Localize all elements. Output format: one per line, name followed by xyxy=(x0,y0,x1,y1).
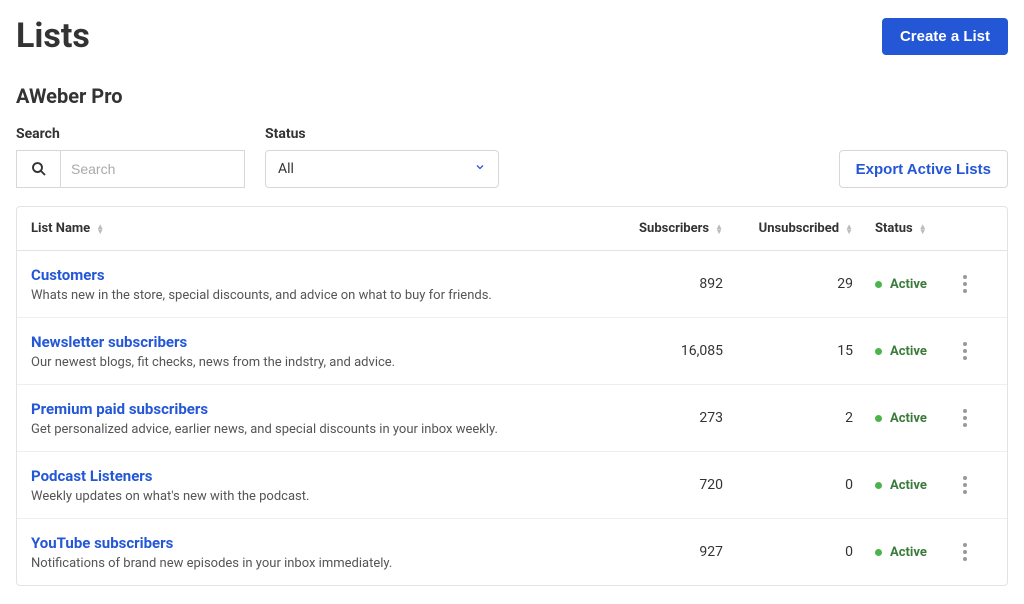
status-dot-icon xyxy=(875,549,882,556)
cell-subscribers: 273 xyxy=(603,410,723,426)
status-label: Status xyxy=(265,126,499,142)
cell-unsubscribed: 2 xyxy=(723,410,853,426)
cell-name: Podcast Listeners Weekly updates on what… xyxy=(31,466,603,504)
search-icon[interactable] xyxy=(16,150,60,188)
status-badge: Active xyxy=(875,344,927,359)
filter-bar: Search Status All Export Active Lists xyxy=(16,126,1008,188)
cell-actions xyxy=(953,473,993,497)
table-row: Podcast Listeners Weekly updates on what… xyxy=(17,452,1007,519)
table-row: Customers Whats new in the store, specia… xyxy=(17,251,1007,318)
column-header-name[interactable]: List Name ▲▼ xyxy=(31,221,603,236)
cell-status: Active xyxy=(853,545,953,560)
search-group: Search xyxy=(16,126,245,188)
export-active-lists-button[interactable]: Export Active Lists xyxy=(839,150,1008,188)
list-name-link[interactable]: YouTube subscribers xyxy=(31,534,173,552)
status-badge: Active xyxy=(875,411,927,426)
cell-status: Active xyxy=(853,478,953,493)
list-description: Get personalized advice, earlier news, a… xyxy=(31,422,498,437)
column-header-subscribers[interactable]: Subscribers ▲▼ xyxy=(603,221,723,236)
cell-actions xyxy=(953,272,993,296)
status-dot-icon xyxy=(875,415,882,422)
chevron-down-icon xyxy=(474,161,486,177)
page-header: Lists Create a List xyxy=(16,16,1008,56)
list-description: Whats new in the store, special discount… xyxy=(31,288,492,303)
list-name-link[interactable]: Customers xyxy=(31,266,105,284)
status-dot-icon xyxy=(875,348,882,355)
column-header-unsubscribed[interactable]: Unsubscribed ▲▼ xyxy=(723,221,853,236)
section-title: AWeber Pro xyxy=(16,84,1008,108)
sort-icon: ▲▼ xyxy=(845,224,853,234)
cell-status: Active xyxy=(853,277,953,292)
cell-unsubscribed: 0 xyxy=(723,544,853,560)
search-wrap xyxy=(16,150,245,188)
create-list-button[interactable]: Create a List xyxy=(882,18,1008,55)
cell-actions xyxy=(953,339,993,363)
cell-actions xyxy=(953,406,993,430)
list-name-link[interactable]: Newsletter subscribers xyxy=(31,333,187,351)
row-actions-menu-button[interactable] xyxy=(953,339,977,363)
cell-name: Newsletter subscribers Our newest blogs,… xyxy=(31,332,603,370)
cell-name: Customers Whats new in the store, specia… xyxy=(31,265,603,303)
search-label: Search xyxy=(16,126,245,142)
search-input[interactable] xyxy=(60,150,245,188)
row-actions-menu-button[interactable] xyxy=(953,540,977,564)
list-description: Weekly updates on what's new with the po… xyxy=(31,489,309,504)
list-description: Our newest blogs, fit checks, news from … xyxy=(31,355,395,370)
cell-subscribers: 720 xyxy=(603,477,723,493)
status-badge: Active xyxy=(875,545,927,560)
cell-actions xyxy=(953,540,993,564)
list-description: Notifications of brand new episodes in y… xyxy=(31,556,392,571)
cell-subscribers: 892 xyxy=(603,276,723,292)
sort-icon: ▲▼ xyxy=(715,224,723,234)
table-row: Premium paid subscribers Get personalize… xyxy=(17,385,1007,452)
cell-unsubscribed: 15 xyxy=(723,343,853,359)
column-header-status[interactable]: Status ▲▼ xyxy=(853,221,953,236)
cell-status: Active xyxy=(853,344,953,359)
table-row: Newsletter subscribers Our newest blogs,… xyxy=(17,318,1007,385)
status-dot-icon xyxy=(875,281,882,288)
cell-subscribers: 927 xyxy=(603,544,723,560)
status-badge: Active xyxy=(875,478,927,493)
table-header: List Name ▲▼ Subscribers ▲▼ Unsubscribed… xyxy=(17,207,1007,251)
list-name-link[interactable]: Podcast Listeners xyxy=(31,467,153,485)
status-group: Status All xyxy=(265,126,499,188)
status-select[interactable]: All xyxy=(265,150,499,188)
page-title: Lists xyxy=(16,16,90,56)
status-dot-icon xyxy=(875,482,882,489)
cell-name: Premium paid subscribers Get personalize… xyxy=(31,399,603,437)
row-actions-menu-button[interactable] xyxy=(953,406,977,430)
row-actions-menu-button[interactable] xyxy=(953,272,977,296)
lists-table: List Name ▲▼ Subscribers ▲▼ Unsubscribed… xyxy=(16,206,1008,586)
status-select-value: All xyxy=(278,161,294,177)
sort-icon: ▲▼ xyxy=(919,224,927,234)
cell-unsubscribed: 0 xyxy=(723,477,853,493)
sort-icon: ▲▼ xyxy=(96,224,104,234)
list-name-link[interactable]: Premium paid subscribers xyxy=(31,400,208,418)
cell-subscribers: 16,085 xyxy=(603,343,723,359)
cell-status: Active xyxy=(853,411,953,426)
table-row: YouTube subscribers Notifications of bra… xyxy=(17,519,1007,585)
row-actions-menu-button[interactable] xyxy=(953,473,977,497)
cell-unsubscribed: 29 xyxy=(723,276,853,292)
status-badge: Active xyxy=(875,277,927,292)
cell-name: YouTube subscribers Notifications of bra… xyxy=(31,533,603,571)
